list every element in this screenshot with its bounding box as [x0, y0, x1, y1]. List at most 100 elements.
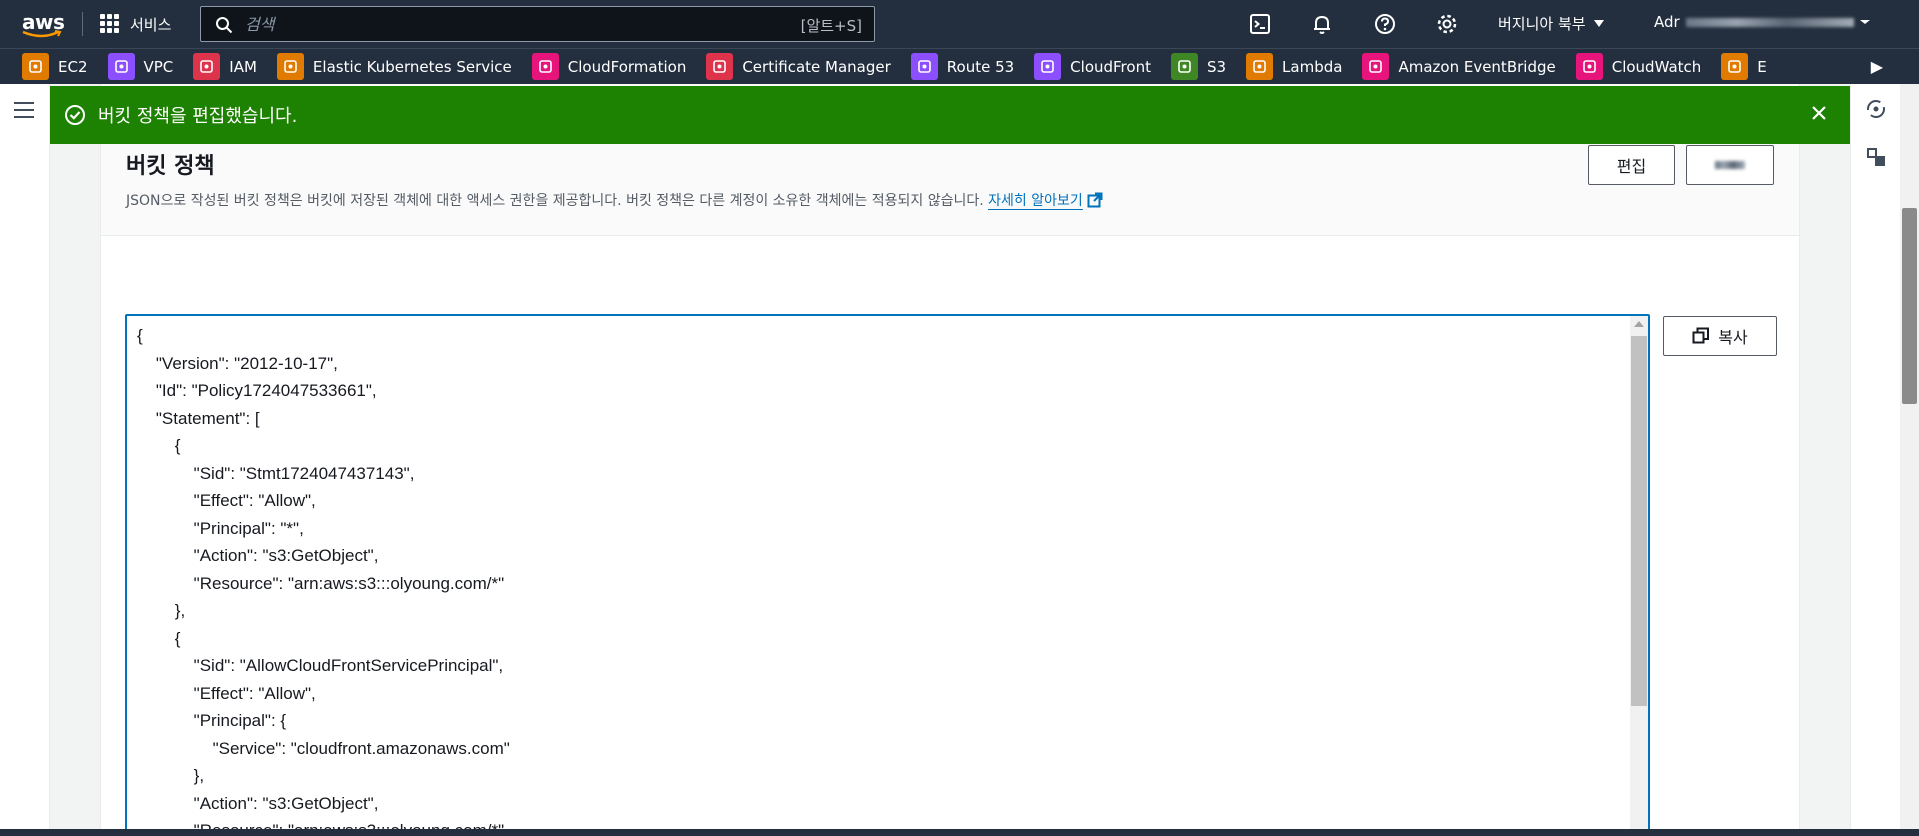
- policy-line: {: [137, 436, 181, 455]
- favorite-ec2[interactable]: EC2: [22, 53, 88, 80]
- edit-button[interactable]: 편집: [1588, 145, 1675, 185]
- policy-line: "Id": "Policy1724047533661",: [137, 381, 377, 400]
- route53-icon: [910, 53, 938, 80]
- favorite-lambda[interactable]: Lambda: [1246, 53, 1342, 80]
- tools-panel-icon[interactable]: [1865, 146, 1887, 168]
- cloudformation-icon: [531, 53, 559, 80]
- scroll-up-arrow[interactable]: [1634, 321, 1644, 327]
- policy-json-text: { "Version": "2012-10-17", "Id": "Policy…: [137, 322, 510, 836]
- lambda-icon: [1246, 53, 1274, 80]
- policy-line: "Service": "cloudfront.amazonaws.com": [137, 738, 510, 758]
- policy-line: "Effect": "Allow",: [137, 491, 316, 510]
- favorite-label: Amazon EventBridge: [1398, 57, 1556, 76]
- policy-line: "Resource": "arn:aws:s3:::olyoung.com/*": [137, 573, 505, 593]
- policy-line: "Statement": [: [137, 408, 260, 428]
- cloudshell-icon: [1250, 14, 1270, 34]
- favorite-label: CloudWatch: [1611, 57, 1702, 76]
- flash-message: 버킷 정책을 편집했습니다.: [98, 106, 298, 127]
- page-scrollbar[interactable]: [1900, 84, 1919, 836]
- external-link-icon: [1087, 192, 1103, 208]
- favorite-label: Elastic Kubernetes Service: [312, 57, 512, 76]
- certificate-manager-icon: [706, 53, 734, 80]
- policy-line: },: [137, 766, 205, 785]
- favorite-label: CloudFormation: [567, 57, 687, 76]
- bottom-strip: [0, 829, 1919, 836]
- policy-line: {: [137, 326, 143, 345]
- policy-line: "Sid": "AllowCloudFrontServicePrincipal"…: [137, 656, 504, 675]
- policy-line: "Principal": "*",: [137, 518, 304, 538]
- favorite-iam[interactable]: IAM: [193, 53, 257, 80]
- favorite-cloudwatch[interactable]: CloudWatch: [1575, 53, 1702, 80]
- cloudwatch-icon: [1575, 53, 1603, 80]
- account-prefix: Adr: [1654, 13, 1680, 31]
- favorite-vpc[interactable]: VPC: [107, 53, 174, 80]
- bell-icon: [1314, 15, 1330, 34]
- policy-line: },: [137, 601, 186, 620]
- panel-description: JSON으로 작성된 버킷 정책은 버킷에 저장된 객체에 대한 액세스 권한을…: [126, 190, 1103, 210]
- aws-smile-icon: [22, 30, 62, 38]
- close-icon[interactable]: [1810, 104, 1828, 122]
- services-label: 서비스: [130, 15, 172, 34]
- aws-logo[interactable]: aws: [22, 10, 66, 38]
- policy-line: "Principal": {: [137, 711, 287, 730]
- left-navigation-rail: [0, 84, 50, 836]
- favorite-label: VPC: [143, 57, 174, 76]
- favorite-s3[interactable]: S3: [1170, 53, 1226, 80]
- favorite-label: Certificate Manager: [742, 57, 891, 76]
- settings-button[interactable]: [1435, 12, 1459, 36]
- success-flash-banner: 버킷 정책을 편집했습니다.: [50, 86, 1850, 144]
- favorite-cloudformation[interactable]: CloudFormation: [531, 53, 687, 80]
- search-box[interactable]: [알트+S]: [200, 6, 875, 42]
- eventbridge-icon: [1362, 53, 1390, 80]
- favorites-scroll-right-icon[interactable]: ▶: [1871, 57, 1883, 76]
- ec2-icon: [22, 53, 49, 80]
- search-input[interactable]: [245, 11, 725, 37]
- vpc-icon: [107, 53, 135, 80]
- settings-icon: [1437, 14, 1457, 34]
- favorite-eventbridge[interactable]: Amazon EventBridge: [1362, 53, 1556, 80]
- favorite-eks[interactable]: Elastic Kubernetes Service: [276, 53, 512, 80]
- favorite-route53[interactable]: Route 53: [910, 53, 1015, 80]
- favorite-label: Lambda: [1282, 57, 1343, 76]
- delete-button[interactable]: [1686, 145, 1774, 185]
- grid-icon: [100, 14, 120, 34]
- menu-icon[interactable]: [14, 102, 34, 123]
- cloudfront-icon: [1034, 53, 1062, 80]
- main-content: 버킷 정책 JSON으로 작성된 버킷 정책은 버킷에 저장된 객체에 대한 액…: [50, 84, 1850, 836]
- eks-icon: [276, 53, 304, 80]
- favorite-certificate-manager[interactable]: Certificate Manager: [706, 53, 891, 80]
- policy-json-viewer[interactable]: { "Version": "2012-10-17", "Id": "Policy…: [125, 314, 1650, 836]
- learn-more-link[interactable]: 자세히 알아보기: [988, 193, 1083, 210]
- description-text: JSON으로 작성된 버킷 정책은 버킷에 저장된 객체에 대한 액세스 권한을…: [126, 193, 984, 209]
- page-scroll-thumb[interactable]: [1902, 208, 1917, 404]
- policy-line: "Action": "s3:GetObject",: [137, 546, 379, 565]
- copy-icon: [1692, 327, 1710, 344]
- policy-line: {: [137, 628, 181, 648]
- favorite-label: EC2: [58, 57, 88, 76]
- favorite-label: Route 53: [946, 57, 1015, 76]
- policy-line: "Version": "2012-10-17",: [137, 353, 338, 373]
- region-selector[interactable]: 버지니아 북부: [1498, 13, 1604, 34]
- favorites-bar: EC2 VPC IAM Elastic Kubernetes Service Cloud…: [0, 48, 1919, 84]
- account-menu[interactable]: Adr: [1654, 13, 1870, 31]
- copy-button[interactable]: 복사: [1663, 316, 1777, 356]
- favorite-label: IAM: [229, 57, 257, 76]
- caret-down-icon: [1593, 19, 1604, 27]
- services-menu-button[interactable]: 서비스: [100, 10, 171, 38]
- policy-line: "Sid": "Stmt1724047437143",: [137, 463, 415, 483]
- search-icon: [216, 17, 233, 34]
- favorite-cloudfront[interactable]: CloudFront: [1034, 53, 1151, 80]
- notifications-button[interactable]: [1310, 12, 1334, 36]
- panel-title: 버킷 정책: [126, 154, 215, 179]
- code-scroll-thumb[interactable]: [1631, 336, 1647, 706]
- code-scrollbar[interactable]: [1630, 316, 1648, 836]
- favorite-label: E: [1757, 57, 1767, 76]
- learn-more-text: 자세히 알아보기: [988, 193, 1083, 209]
- favorite-service[interactable]: E: [1721, 53, 1767, 80]
- copy-label: 복사: [1718, 328, 1748, 347]
- info-panel-icon[interactable]: [1865, 98, 1887, 120]
- favorite-label: CloudFront: [1070, 57, 1151, 76]
- help-button[interactable]: [1373, 12, 1397, 36]
- cloudshell-button[interactable]: [1248, 12, 1272, 36]
- help-icon: [1375, 14, 1395, 34]
